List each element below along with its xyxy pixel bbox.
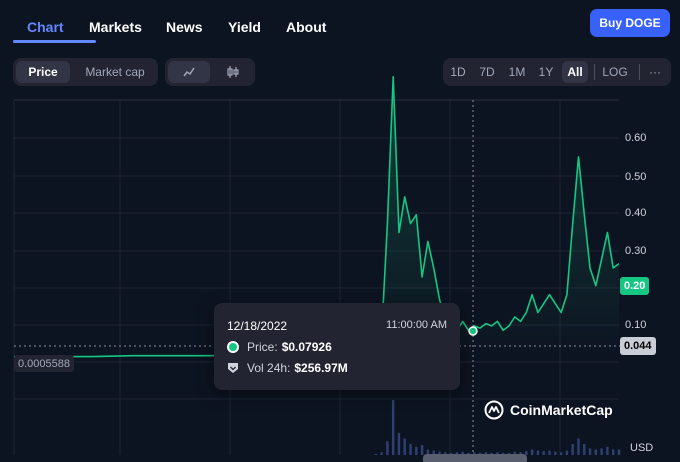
- chart-range-scrollbar[interactable]: [423, 454, 527, 462]
- volume-bar: [617, 449, 621, 455]
- y-tick-label: 0.30: [625, 245, 647, 257]
- volume-bar: [542, 451, 545, 455]
- volume-bar: [554, 451, 557, 455]
- volume-bar: [409, 444, 412, 455]
- y-tick-label: 0.40: [625, 207, 647, 219]
- chart-tooltip: 12/18/2022 11:00:00 AM Price: $0.07926 V…: [214, 303, 460, 390]
- volume-bar: [386, 441, 389, 455]
- volume-bar: [548, 450, 551, 455]
- volume-bar: [391, 400, 395, 455]
- volume-bar: [559, 452, 563, 455]
- coinmarketcap-logo-icon: [484, 400, 504, 420]
- volume-bar: [415, 446, 418, 455]
- currency-label: USD: [630, 442, 654, 454]
- y-tick-label: 0.10: [625, 319, 647, 331]
- volume-bar: [600, 448, 603, 455]
- volume-bar: [583, 444, 586, 455]
- volume-bar: [374, 453, 377, 455]
- volume-bar: [536, 450, 540, 455]
- volume-bar: [403, 438, 406, 455]
- watermark-text: CoinMarketCap: [510, 402, 613, 418]
- volume-bar: [577, 438, 580, 455]
- crosshair-price-badge: 0.044: [620, 337, 656, 355]
- y-tick-label: 0.50: [625, 171, 647, 183]
- tooltip-volume-value: $256.97M: [294, 361, 348, 375]
- volume-bar: [612, 449, 615, 455]
- volume-bar: [571, 444, 574, 455]
- current-price-badge: 0.20: [620, 277, 650, 295]
- volume-shield-icon: [228, 363, 238, 373]
- price-dot-icon: [227, 341, 239, 353]
- crosshair-left-value: 0.0005588: [14, 355, 74, 372]
- tooltip-volume-label: Vol 24h:: [247, 361, 291, 375]
- tooltip-time: 11:00:00 AM: [386, 319, 447, 331]
- y-tick-label: 0.60: [625, 132, 647, 144]
- volume-bar: [588, 448, 592, 455]
- volume-bar: [397, 433, 401, 455]
- tooltip-price-label: Price:: [247, 340, 278, 354]
- volume-bar: [530, 449, 534, 455]
- coinmarketcap-watermark: CoinMarketCap: [484, 400, 613, 420]
- volume-bar: [606, 446, 609, 455]
- tooltip-date: 12/18/2022: [227, 319, 288, 333]
- volume-bar: [380, 452, 383, 455]
- volume-bar: [565, 450, 569, 455]
- tooltip-price-value: $0.07926: [281, 340, 332, 354]
- tooltip-volume-row: Vol 24h: $256.97M: [227, 361, 348, 375]
- tooltip-price-row: Price: $0.07926: [227, 340, 332, 354]
- volume-bar: [420, 445, 424, 455]
- volume-bar: [594, 449, 598, 455]
- crosshair-point: [468, 326, 478, 336]
- price-chart[interactable]: [0, 0, 680, 462]
